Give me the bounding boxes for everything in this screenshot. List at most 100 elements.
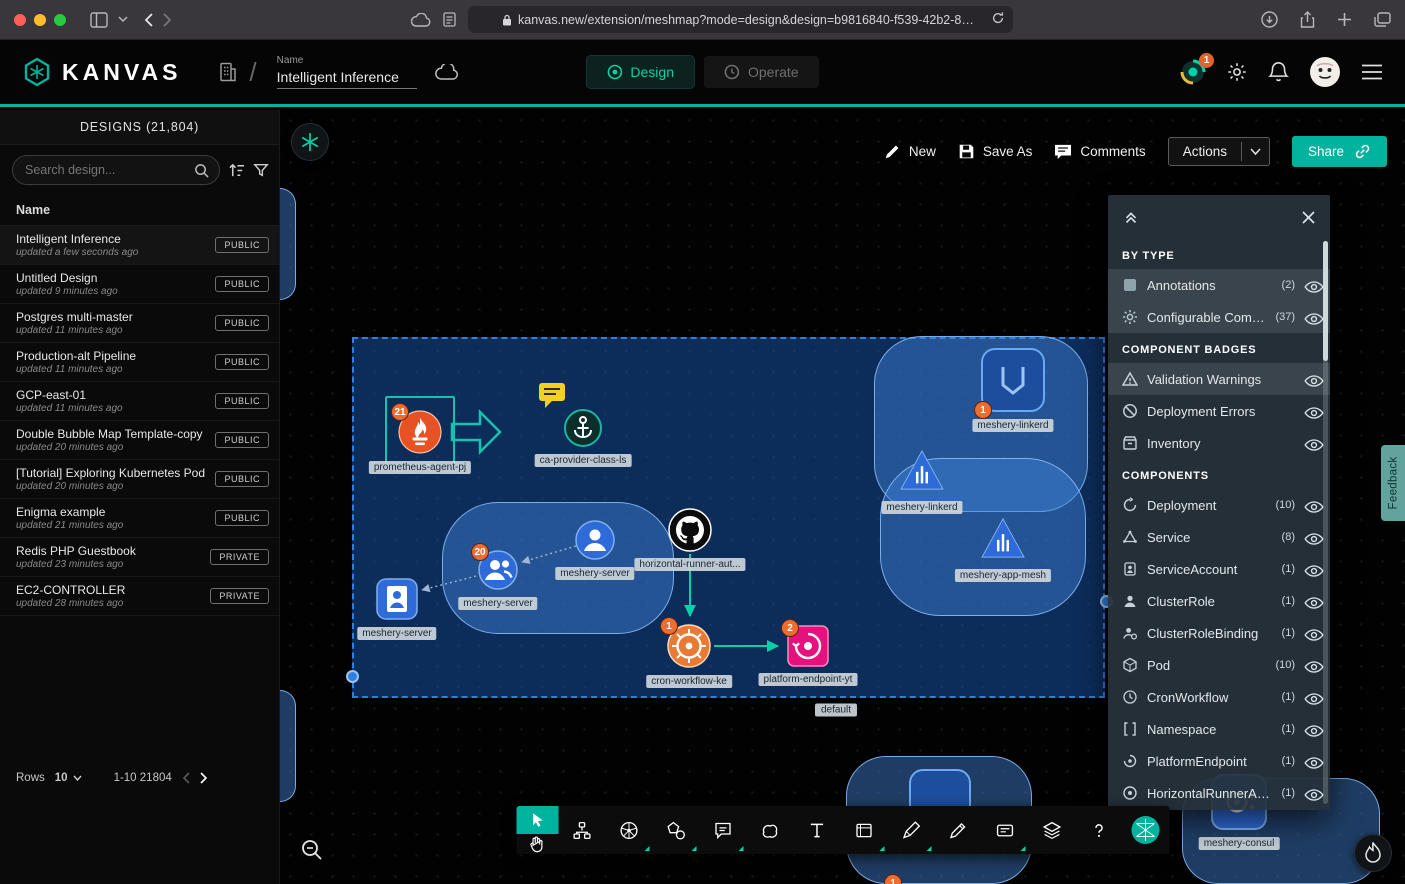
design-list-item[interactable]: Intelligent Inferenceupdated a few secon… xyxy=(0,226,279,265)
design-list-item[interactable]: EC2-CONTROLLERupdated 28 minutes agoPRIV… xyxy=(0,577,279,616)
tab-overview-icon[interactable] xyxy=(1374,12,1391,27)
kanvas-logo[interactable]: KANVAS xyxy=(22,57,181,87)
eye-icon[interactable] xyxy=(1304,785,1320,801)
next-page-icon[interactable] xyxy=(200,772,208,784)
eye-icon[interactable] xyxy=(1304,371,1320,387)
design-canvas[interactable]: prometheus-agent-pj21ca-provider-class-l… xyxy=(280,110,1405,884)
component-row[interactable]: ServiceAccount(1) xyxy=(1108,553,1330,585)
forward-icon[interactable] xyxy=(163,13,172,27)
meshery-tool[interactable] xyxy=(1122,806,1169,854)
design-list-item[interactable]: Postgres multi-masterupdated 11 minutes … xyxy=(0,304,279,343)
component-row[interactable]: Deployment(10) xyxy=(1108,489,1330,521)
node-cron-workflow-ke[interactable]: cron-workflow-ke1 xyxy=(666,623,712,669)
pen-tool[interactable] xyxy=(887,806,934,854)
downloads-icon[interactable] xyxy=(1261,11,1278,28)
filter-icon[interactable] xyxy=(253,162,269,178)
reader-icon[interactable] xyxy=(443,12,456,27)
new-tab-icon[interactable] xyxy=(1337,12,1352,27)
node-platform-endpoint-yt[interactable]: platform-endpoint-yt2 xyxy=(787,625,829,667)
eye-icon[interactable] xyxy=(1304,529,1320,545)
design-name-input[interactable] xyxy=(277,68,417,89)
select-tool[interactable] xyxy=(516,806,558,834)
node-prometheus-agent-pj[interactable]: prometheus-agent-pj21 xyxy=(397,409,443,455)
node-horizontal-runner-aut[interactable]: horizontal-runner-aut... xyxy=(668,508,712,552)
search-input[interactable] xyxy=(23,162,188,178)
url-bar[interactable]: kanvas.new/extension/meshmap?mode=design… xyxy=(468,6,1013,33)
new-button[interactable]: New xyxy=(884,143,936,160)
eye-icon[interactable] xyxy=(1304,403,1320,419)
node-meshery-app-mesh[interactable]: meshery-app-mesh xyxy=(980,517,1026,563)
avatar[interactable] xyxy=(1309,56,1341,88)
pencil-tool[interactable] xyxy=(934,806,981,854)
organization-icon[interactable] xyxy=(217,61,239,83)
eye-icon[interactable] xyxy=(1304,753,1320,769)
eye-icon[interactable] xyxy=(1304,689,1320,705)
by-type-row[interactable]: Annotations(2) xyxy=(1108,269,1330,301)
actions-caret-icon[interactable] xyxy=(1241,142,1269,161)
actions-button[interactable]: Actions xyxy=(1168,137,1270,166)
eye-icon[interactable] xyxy=(1304,497,1320,513)
eye-icon[interactable] xyxy=(1304,657,1320,673)
refresh-icon[interactable] xyxy=(991,11,1005,25)
share-button[interactable]: Share xyxy=(1292,136,1387,167)
comment-annotation[interactable] xyxy=(538,382,568,410)
component-badge-row[interactable]: Inventory xyxy=(1108,427,1330,459)
feedback-tab[interactable]: Feedback xyxy=(1381,445,1405,521)
component-row[interactable]: Namespace(1) xyxy=(1108,713,1330,745)
eye-icon[interactable] xyxy=(1304,435,1320,451)
tab-operate[interactable]: Operate xyxy=(704,56,819,88)
component-row[interactable]: PlatformEndpoint(1) xyxy=(1108,745,1330,777)
component-row[interactable]: HorizontalRunnerAutos(1) xyxy=(1108,777,1330,809)
prev-page-icon[interactable] xyxy=(182,772,190,784)
design-list-item[interactable]: GCP-east-01updated 11 minutes agoPUBLIC xyxy=(0,382,279,421)
sort-icon[interactable] xyxy=(228,162,245,179)
zoom-icon[interactable] xyxy=(300,838,324,867)
column-header-name[interactable]: Name xyxy=(0,195,279,226)
kubernetes-tool[interactable] xyxy=(605,806,652,854)
rows-per-page-select[interactable]: 10 xyxy=(55,772,82,784)
hierarchy-tool[interactable] xyxy=(558,806,605,854)
panel-scrollbar-thumb[interactable] xyxy=(1323,241,1328,361)
node-meshery-server[interactable]: meshery-server xyxy=(375,577,419,621)
frame-tool[interactable] xyxy=(840,806,887,854)
shapes-tool[interactable] xyxy=(652,806,699,854)
node-meshery-server[interactable]: meshery-server xyxy=(574,519,616,561)
design-list-item[interactable]: Untitled Designupdated 9 minutes agoPUBL… xyxy=(0,265,279,304)
by-type-row[interactable]: Configurable Compon(37) xyxy=(1108,301,1330,333)
sidebar-toggle-icon[interactable] xyxy=(90,12,108,28)
connection-status-icon[interactable]: 1 xyxy=(1180,59,1206,85)
share-icon[interactable] xyxy=(1300,11,1315,28)
eye-icon[interactable] xyxy=(1304,561,1320,577)
group-bubble[interactable] xyxy=(280,188,296,300)
eye-icon[interactable] xyxy=(1304,277,1320,293)
window-minimize-button[interactable] xyxy=(34,14,46,26)
component-row[interactable]: Pod(10) xyxy=(1108,649,1330,681)
region-handle[interactable] xyxy=(346,670,359,683)
collapse-all-icon[interactable] xyxy=(1122,208,1140,226)
settings-gear-icon[interactable] xyxy=(1226,61,1248,83)
comment-tool[interactable] xyxy=(699,806,746,854)
component-row[interactable]: Service(8) xyxy=(1108,521,1330,553)
design-list-item[interactable]: [Tutorial] Exploring Kubernetes Podupdat… xyxy=(0,460,279,499)
tab-design[interactable]: Design xyxy=(586,56,694,88)
node-meshery-linkerd[interactable]: meshery-linkerd1 xyxy=(980,347,1046,413)
comments-button[interactable]: Comments xyxy=(1054,144,1145,160)
help-tool[interactable] xyxy=(1075,806,1122,854)
text-tool[interactable] xyxy=(793,806,840,854)
notifications-bell-icon[interactable] xyxy=(1268,61,1289,83)
component-badge-row[interactable]: Deployment Errors xyxy=(1108,395,1330,427)
design-list-item[interactable]: Redis PHP Guestbookupdated 23 minutes ag… xyxy=(0,538,279,577)
layers-tool[interactable] xyxy=(1028,806,1075,854)
panel-scrollbar[interactable] xyxy=(1323,241,1328,804)
eye-icon[interactable] xyxy=(1304,309,1320,325)
flame-button[interactable] xyxy=(1354,834,1392,872)
component-row[interactable]: ClusterRole(1) xyxy=(1108,585,1330,617)
eye-icon[interactable] xyxy=(1304,721,1320,737)
component-row[interactable]: ClusterRoleBinding(1) xyxy=(1108,617,1330,649)
component-row[interactable]: CronWorkflow(1) xyxy=(1108,681,1330,713)
cloud-icon[interactable] xyxy=(411,13,431,27)
save-as-button[interactable]: Save As xyxy=(958,143,1033,160)
card-tool[interactable] xyxy=(981,806,1028,854)
component-badge-row[interactable]: Validation Warnings xyxy=(1108,363,1330,395)
design-name-field[interactable]: Name xyxy=(277,55,417,89)
